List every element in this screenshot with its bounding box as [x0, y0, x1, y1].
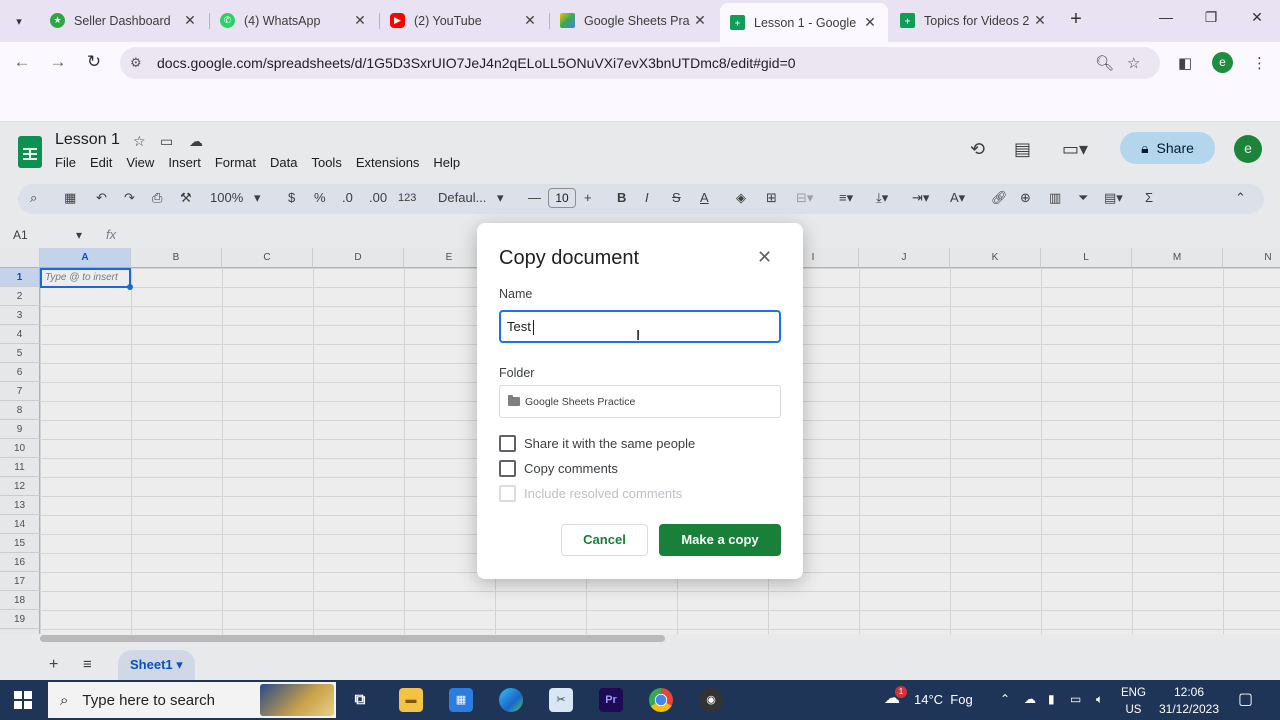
text-caret [532, 320, 534, 336]
sheets-icon: + [730, 15, 745, 30]
option-label: Share it with the same people [524, 436, 696, 451]
include-resolved-comments-option: Include resolved comments [499, 485, 682, 502]
name-input-value: Test [507, 319, 531, 334]
weather-badge: 1 [895, 686, 907, 698]
show-hidden-icons-icon[interactable]: ⌃ [1000, 692, 1010, 706]
close-tab-icon[interactable]: ✕ [862, 14, 878, 31]
system-clock[interactable]: 12:06 31/12/2023 [1156, 684, 1222, 718]
browser-tab-strip: ▾ ★ Seller Dashboard ✕ ✆ (4) WhatsApp ✕ … [0, 0, 1280, 42]
copy-comments-checkbox[interactable] [499, 460, 516, 477]
snipping-tool-icon[interactable]: ✂ [549, 688, 573, 712]
taskbar-search-placeholder: Type here to search [82, 691, 215, 709]
usb-icon[interactable]: ▮ [1048, 692, 1055, 706]
folder-icon [508, 395, 520, 406]
premiere-pro-icon[interactable]: Pr [599, 688, 623, 712]
name-label: Name [499, 287, 533, 301]
weather-text[interactable]: 14°C Fog [914, 692, 973, 707]
close-tab-icon[interactable]: ✕ [352, 12, 368, 29]
restore-icon[interactable]: ❐ [1201, 9, 1221, 26]
browser-tab-google-sheets-practice[interactable]: Google Sheets Pra ✕ [550, 5, 718, 36]
dialog-title: Copy document [499, 247, 640, 269]
language-indicator[interactable]: ENG US [1121, 685, 1146, 719]
address-bar[interactable]: ⚙ docs.google.com/spreadsheets/d/1G5D3Sx… [120, 47, 1160, 79]
volume-icon[interactable]: 🔈︎ [1096, 692, 1103, 707]
minimize-icon[interactable]: — [1156, 9, 1176, 25]
cancel-button[interactable]: Cancel [561, 524, 648, 556]
browser-tab-topics-for-videos[interactable]: + Topics for Videos 2 ✕ [890, 5, 1058, 36]
browser-tab-youtube[interactable]: ▶ (2) YouTube ✕ [380, 5, 548, 36]
folder-label: Folder [499, 366, 535, 380]
folder-select[interactable]: Google Sheets Practice [499, 385, 781, 418]
chrome-icon[interactable] [649, 688, 673, 712]
close-tab-icon[interactable]: ✕ [182, 12, 198, 29]
tab-title: Google Sheets Pra [584, 13, 690, 28]
side-panel-icon[interactable]: ◧ [1178, 54, 1192, 72]
bookmark-star-icon[interactable]: ☆ [1127, 54, 1140, 72]
whatsapp-icon: ✆ [220, 13, 235, 28]
edge-browser-icon[interactable] [499, 688, 523, 712]
clock-time: 12:06 [1173, 685, 1205, 699]
youtube-icon: ▶ [390, 13, 405, 28]
include-resolved-comments-checkbox [499, 485, 516, 502]
close-tab-icon[interactable]: ✕ [522, 12, 538, 29]
profile-avatar[interactable]: e [1212, 52, 1233, 73]
language-code: ENG [1121, 687, 1146, 699]
task-view-icon[interactable]: ⧉ [348, 688, 372, 712]
tab-search-chevron-icon[interactable]: ▾ [6, 8, 32, 34]
tab-title: Topics for Videos 2 [924, 13, 1030, 28]
new-tab-plus-icon[interactable]: + [1065, 9, 1087, 31]
forward-arrow-icon[interactable]: → [47, 52, 69, 72]
sheets-icon: + [900, 13, 915, 28]
window-close-icon[interactable]: ✕ [1247, 9, 1267, 26]
clock-date: 31/12/2023 [1158, 702, 1220, 716]
site-info-icon[interactable]: ⚙ [130, 55, 142, 71]
file-explorer-icon[interactable]: ▬ [399, 688, 423, 712]
obs-recorder-icon[interactable]: ◉ [699, 688, 723, 712]
copy-document-dialog: Copy document ✕ Name Test I Folder Googl… [477, 223, 803, 579]
option-label: Copy comments [524, 461, 618, 476]
close-tab-icon[interactable]: ✕ [1032, 12, 1048, 29]
option-label: Include resolved comments [524, 486, 683, 501]
browser-tab-whatsapp[interactable]: ✆ (4) WhatsApp ✕ [210, 5, 378, 36]
microsoft-store-icon[interactable]: ▦ [449, 688, 473, 712]
text-cursor-icon: I [636, 327, 641, 344]
share-same-people-checkbox[interactable] [499, 435, 516, 452]
make-a-copy-button[interactable]: Make a copy [659, 524, 781, 556]
keyboard-layout: US [1125, 704, 1142, 716]
close-icon[interactable]: ✕ [757, 247, 772, 268]
windows-taskbar: ⌕ Type here to search ⧉ ▬ ▦ ✂ Pr ◉ ☁ 1 1… [0, 680, 1280, 720]
browser-tab-seller-dashboard[interactable]: ★ Seller Dashboard ✕ [40, 5, 208, 36]
notifications-icon[interactable]: ▢ [1238, 689, 1253, 709]
tab-title: (2) YouTube [414, 13, 482, 28]
close-tab-icon[interactable]: ✕ [692, 12, 708, 29]
tab-title: Seller Dashboard [74, 13, 171, 28]
search-highlight-image [260, 684, 334, 716]
tab-title: (4) WhatsApp [244, 13, 321, 28]
folder-value: Google Sheets Practice [525, 395, 636, 408]
seller-icon: ★ [50, 13, 65, 28]
tab-title: Lesson 1 - Google [754, 15, 857, 30]
copy-comments-option[interactable]: Copy comments [499, 460, 618, 477]
zoom-search-icon[interactable]: 🔍︎ [1095, 54, 1114, 72]
url-text[interactable]: docs.google.com/spreadsheets/d/1G5D3SxrU… [157, 55, 796, 71]
taskbar-search-box[interactable]: ⌕ Type here to search [48, 682, 336, 718]
onedrive-cloud-icon[interactable]: ☁ [1024, 692, 1036, 706]
bookmark-bar [0, 84, 1280, 122]
browser-toolbar: ← → ↻ ⚙ docs.google.com/spreadsheets/d/1… [0, 42, 1280, 84]
chrome-menu-icon[interactable]: ⋮ [1252, 54, 1267, 72]
battery-icon[interactable]: ▭ [1070, 692, 1081, 706]
search-icon: ⌕ [60, 691, 69, 709]
reload-icon[interactable]: ↻ [83, 52, 105, 72]
browser-tab-lesson-1[interactable]: + Lesson 1 - Google ✕ [720, 3, 888, 42]
share-same-people-option[interactable]: Share it with the same people [499, 435, 695, 452]
back-arrow-icon[interactable]: ← [11, 52, 33, 72]
windows-start-icon[interactable] [14, 691, 32, 709]
drive-icon [560, 13, 575, 28]
